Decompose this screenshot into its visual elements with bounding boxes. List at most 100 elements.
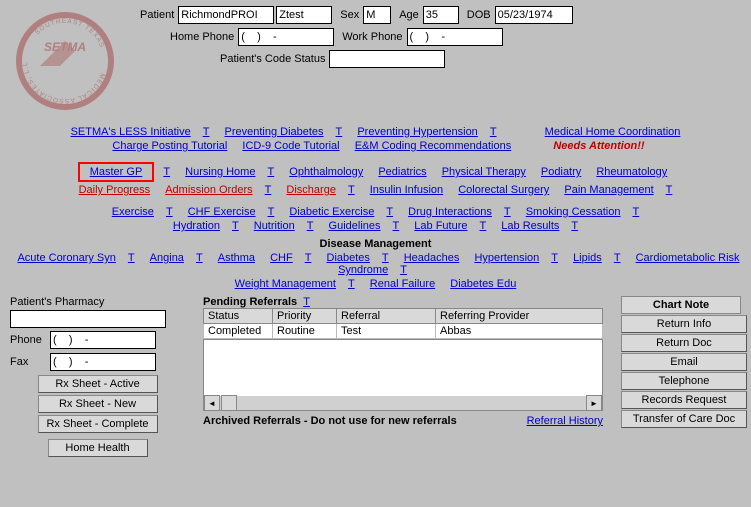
- link-angina[interactable]: Angina: [150, 252, 184, 264]
- link-podiatry[interactable]: Podiatry: [541, 166, 581, 178]
- link-nutrition[interactable]: Nutrition: [254, 220, 295, 232]
- t-icon[interactable]: T: [571, 220, 578, 232]
- link-drug-interactions[interactable]: Drug Interactions: [408, 206, 492, 218]
- link-lipids[interactable]: Lipids: [573, 252, 602, 264]
- patient-first[interactable]: [276, 6, 332, 24]
- link-physical-therapy[interactable]: Physical Therapy: [442, 166, 526, 178]
- t-icon[interactable]: T: [196, 252, 203, 264]
- link-preventing-hypertension[interactable]: Preventing Hypertension: [357, 126, 477, 138]
- link-lab-future[interactable]: Lab Future: [414, 220, 467, 232]
- t-icon[interactable]: T: [348, 278, 355, 290]
- pharmacy-name[interactable]: [10, 310, 166, 328]
- t-icon[interactable]: T: [504, 206, 511, 218]
- scroll-right-button[interactable]: ►: [586, 395, 602, 411]
- t-icon[interactable]: T: [203, 126, 210, 138]
- pharmacy-title: Patient's Pharmacy: [10, 296, 185, 308]
- scroll-thumb[interactable]: [221, 395, 237, 411]
- records-request-button[interactable]: Records Request: [621, 391, 747, 409]
- rx-sheet-new-button[interactable]: Rx Sheet - New: [38, 395, 158, 413]
- link-hypertension[interactable]: Hypertension: [474, 252, 539, 264]
- t-icon[interactable]: T: [348, 184, 355, 196]
- link-renal-failure[interactable]: Renal Failure: [370, 278, 435, 290]
- link-pain-management[interactable]: Pain Management: [564, 184, 653, 196]
- pending-referrals-title: Pending Referrals: [203, 296, 297, 308]
- code-status-field[interactable]: [329, 50, 445, 68]
- t-icon[interactable]: T: [382, 252, 389, 264]
- link-admission-orders[interactable]: Admission Orders: [165, 184, 252, 196]
- link-icd9[interactable]: ICD-9 Code Tutorial: [242, 140, 339, 152]
- t-icon[interactable]: T: [267, 166, 274, 178]
- t-icon[interactable]: T: [265, 184, 272, 196]
- link-medical-home[interactable]: Medical Home Coordination: [545, 126, 681, 138]
- t-icon[interactable]: T: [336, 126, 343, 138]
- rx-sheet-complete-button[interactable]: Rx Sheet - Complete: [38, 415, 158, 433]
- t-icon[interactable]: T: [614, 252, 621, 264]
- t-icon[interactable]: T: [633, 206, 640, 218]
- link-em-coding[interactable]: E&M Coding Recommendations: [355, 140, 512, 152]
- home-health-button[interactable]: Home Health: [48, 439, 148, 457]
- link-rheumatology[interactable]: Rheumatology: [596, 166, 667, 178]
- table-row[interactable]: Completed Routine Test Abbas: [204, 324, 603, 339]
- pharmacy-phone[interactable]: [50, 331, 156, 349]
- t-icon[interactable]: T: [163, 166, 170, 178]
- t-icon[interactable]: T: [551, 252, 558, 264]
- link-chf[interactable]: CHF: [270, 252, 293, 264]
- patient-last[interactable]: [178, 6, 274, 24]
- t-icon[interactable]: T: [393, 220, 400, 232]
- t-icon[interactable]: T: [166, 206, 173, 218]
- link-discharge[interactable]: Discharge: [286, 184, 336, 196]
- pharmacy-fax[interactable]: [50, 353, 156, 371]
- link-hydration[interactable]: Hydration: [173, 220, 220, 232]
- link-chf-exercise[interactable]: CHF Exercise: [188, 206, 256, 218]
- link-colorectal-surgery[interactable]: Colorectal Surgery: [458, 184, 549, 196]
- link-exercise[interactable]: Exercise: [112, 206, 154, 218]
- scroll-left-button[interactable]: ◄: [204, 395, 220, 411]
- link-diabetes-edu[interactable]: Diabetes Edu: [450, 278, 516, 290]
- t-icon[interactable]: T: [307, 220, 314, 232]
- link-smoking-cessation[interactable]: Smoking Cessation: [526, 206, 621, 218]
- link-asthma[interactable]: Asthma: [218, 252, 255, 264]
- link-headaches[interactable]: Headaches: [404, 252, 460, 264]
- email-button[interactable]: Email: [621, 353, 747, 371]
- link-daily-progress[interactable]: Daily Progress: [79, 184, 151, 196]
- transfer-of-care-button[interactable]: Transfer of Care Doc: [621, 410, 747, 428]
- link-guidelines[interactable]: Guidelines: [329, 220, 381, 232]
- age-field[interactable]: [423, 6, 459, 24]
- t-icon[interactable]: T: [490, 126, 497, 138]
- link-referral-history[interactable]: Referral History: [527, 415, 603, 427]
- t-icon[interactable]: T: [268, 206, 275, 218]
- dob-field[interactable]: [495, 6, 573, 24]
- link-charge-posting[interactable]: Charge Posting Tutorial: [112, 140, 227, 152]
- t-icon[interactable]: T: [305, 252, 312, 264]
- link-weight-management[interactable]: Weight Management: [235, 278, 336, 290]
- return-info-button[interactable]: Return Info: [621, 315, 747, 333]
- link-pediatrics[interactable]: Pediatrics: [378, 166, 426, 178]
- t-icon[interactable]: T: [400, 264, 407, 276]
- link-less-initiative[interactable]: SETMA's LESS Initiative: [71, 126, 191, 138]
- telephone-button[interactable]: Telephone: [621, 372, 747, 390]
- dob-label: DOB: [467, 9, 491, 21]
- referrals-scroll-area[interactable]: ◄ ►: [203, 339, 603, 411]
- link-master-gp[interactable]: Master GP: [90, 166, 143, 178]
- t-icon[interactable]: T: [480, 220, 487, 232]
- link-diabetic-exercise[interactable]: Diabetic Exercise: [289, 206, 374, 218]
- t-icon[interactable]: T: [666, 184, 673, 196]
- link-acute-coronary[interactable]: Acute Coronary Syn: [17, 252, 115, 264]
- work-phone-field[interactable]: [407, 28, 503, 46]
- link-lab-results[interactable]: Lab Results: [501, 220, 559, 232]
- t-icon[interactable]: T: [303, 296, 310, 308]
- link-ophthalmology[interactable]: Ophthalmology: [289, 166, 363, 178]
- cell-referral: Test: [337, 324, 436, 339]
- link-insulin-infusion[interactable]: Insulin Infusion: [370, 184, 443, 196]
- return-doc-button[interactable]: Return Doc: [621, 334, 747, 352]
- pharmacy-fax-label: Fax: [10, 356, 50, 368]
- home-phone-field[interactable]: [238, 28, 334, 46]
- link-diabetes[interactable]: Diabetes: [327, 252, 370, 264]
- link-preventing-diabetes[interactable]: Preventing Diabetes: [224, 126, 323, 138]
- t-icon[interactable]: T: [386, 206, 393, 218]
- link-nursing-home[interactable]: Nursing Home: [185, 166, 255, 178]
- sex-field[interactable]: [363, 6, 391, 24]
- rx-sheet-active-button[interactable]: Rx Sheet - Active: [38, 375, 158, 393]
- t-icon[interactable]: T: [232, 220, 239, 232]
- t-icon[interactable]: T: [128, 252, 135, 264]
